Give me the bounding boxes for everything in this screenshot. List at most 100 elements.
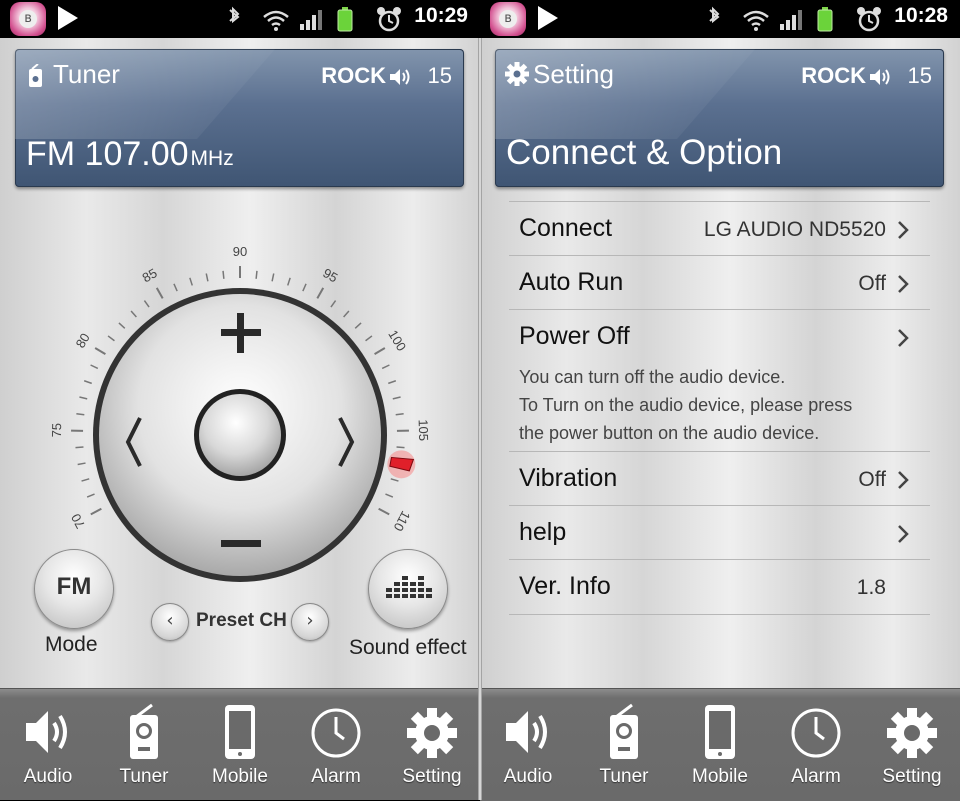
radio-icon [118, 703, 170, 761]
preset-prev-button[interactable]: ‹ [151, 603, 189, 641]
bottom-nav: Audio Tuner Mobile Alarm [480, 688, 960, 801]
preset-label: Preset CH [196, 610, 287, 632]
screen-divider [478, 38, 482, 800]
chevron-left-icon: ‹ [152, 610, 188, 631]
dial-tick [78, 463, 86, 464]
dial-tick [223, 271, 224, 279]
setting-row-vibration[interactable]: Vibration Off [509, 451, 930, 506]
dial-tick [256, 271, 257, 279]
dial-tick [391, 479, 399, 481]
dial-tick [84, 381, 92, 384]
dial-tick [388, 381, 396, 384]
header-title: Tuner [53, 59, 120, 90]
speaker-icon [868, 66, 892, 88]
dial-tick [331, 301, 336, 308]
nav-label: Mobile [192, 766, 288, 788]
dial-tick [303, 284, 306, 291]
frequency-needle [387, 450, 415, 478]
dial-tick-label: 85 [140, 265, 160, 285]
tuner-screen: ʙ 10:29 [0, 0, 480, 800]
dial-tick [393, 397, 401, 399]
dial-center-knob[interactable] [199, 394, 281, 476]
row-value: LG AUDIO ND5520 [704, 218, 886, 242]
mode-button[interactable]: FM [34, 549, 114, 629]
preset-next-button[interactable]: › [291, 603, 329, 641]
dial-tick [75, 447, 83, 448]
chevron-right-icon [896, 470, 910, 490]
nav-label: Audio [0, 766, 96, 788]
row-label: Connect [519, 214, 612, 243]
status-bar: ʙ 10:29 [0, 0, 480, 38]
signal-icon [300, 10, 322, 30]
nav-setting[interactable]: Setting [864, 689, 960, 801]
nav-audio[interactable]: Audio [0, 689, 96, 800]
chevron-right-icon [896, 274, 910, 294]
nav-setting[interactable]: Setting [384, 689, 480, 800]
dial-tick [379, 509, 390, 515]
speaker-icon [388, 66, 412, 88]
nav-label: Tuner [576, 766, 672, 788]
setting-row-auto-run[interactable]: Auto Run Off [509, 255, 930, 310]
row-value: 1.8 [857, 576, 886, 600]
setting-row-help[interactable]: help [509, 505, 930, 560]
dial-tick-label: 110 [391, 508, 414, 533]
nav-label: Tuner [96, 766, 192, 788]
tuning-dial[interactable]: 707580859095100105110 [0, 190, 480, 590]
setting-row-connect[interactable]: Connect LG AUDIO ND5520 [509, 201, 930, 256]
dial-tick [355, 323, 361, 328]
nav-label: Audio [480, 766, 576, 788]
description-line: You can turn off the audio device. [519, 363, 919, 391]
play-icon [538, 6, 558, 30]
dial-tick [382, 365, 389, 368]
dial-tick [344, 311, 349, 317]
alarm-status-icon [376, 6, 404, 32]
battery-icon [818, 7, 832, 31]
nav-tuner[interactable]: Tuner [96, 689, 192, 800]
signal-icon [780, 10, 802, 30]
status-icons [702, 6, 862, 32]
bluetooth-app-icon[interactable]: ʙ [490, 2, 526, 36]
mode-caption: Mode [45, 633, 98, 657]
nav-label: Alarm [768, 766, 864, 788]
dial-tick [91, 509, 102, 515]
setting-header: Setting ROCK 15 Connect & Option [495, 49, 944, 187]
dial-tick-label: 100 [385, 327, 409, 353]
dial-tick [108, 336, 114, 341]
chevron-right-icon: › [292, 610, 328, 631]
sound-effect-caption: Sound effect [349, 636, 467, 660]
row-value: Off [858, 468, 886, 492]
dial-tick [144, 301, 149, 308]
minus-icon[interactable] [221, 540, 261, 547]
mode-button-label: FM [35, 573, 113, 601]
dial-tick [91, 365, 98, 368]
wifi-icon [744, 12, 768, 31]
nav-mobile[interactable]: Mobile [192, 689, 288, 800]
bluetooth-app-icon[interactable]: ʙ [10, 2, 46, 36]
gear-icon [406, 703, 458, 761]
nav-alarm[interactable]: Alarm [768, 689, 864, 801]
alarm-status-icon [856, 6, 884, 32]
status-icons [222, 6, 382, 32]
mobile-phone-icon [694, 703, 746, 761]
setting-row-power-off[interactable]: Power Off [509, 309, 930, 364]
radio-icon [26, 64, 46, 88]
equalizer-icon [369, 550, 447, 628]
dial-tick [190, 278, 192, 286]
dial-tick [375, 348, 385, 354]
nav-mobile[interactable]: Mobile [672, 689, 768, 801]
dial-tick [288, 278, 290, 286]
nav-tuner[interactable]: Tuner [576, 689, 672, 801]
row-label: Power Off [519, 322, 630, 351]
dial-tick-label: 70 [68, 511, 88, 531]
dial-tick-label: 95 [320, 265, 340, 285]
dial-tick [82, 479, 90, 481]
dial-tick [174, 284, 177, 291]
sound-effect-button[interactable] [368, 549, 448, 629]
power-off-description: You can turn off the audio device. To Tu… [519, 363, 919, 447]
clock-icon [310, 703, 362, 761]
row-label: help [519, 518, 566, 547]
nav-alarm[interactable]: Alarm [288, 689, 384, 800]
dial-tick [317, 288, 323, 298]
nav-audio[interactable]: Audio [480, 689, 576, 801]
row-value: Off [858, 272, 886, 296]
